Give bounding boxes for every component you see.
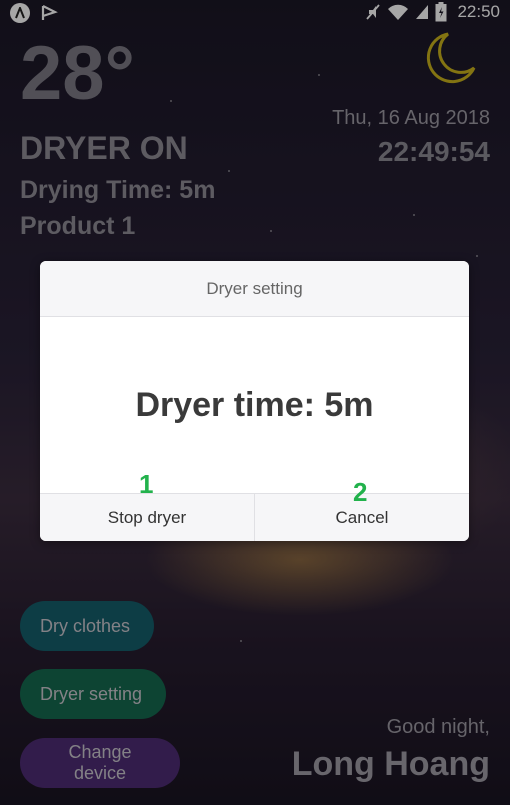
annotation-2: 2 — [353, 477, 368, 507]
dryer-setting-dialog: Dryer setting Dryer time: 5m Stop dryer … — [40, 261, 469, 541]
stop-dryer-button[interactable]: Stop dryer — [40, 494, 254, 541]
annotation-1: 1 — [139, 469, 154, 499]
dialog-actions: Stop dryer Cancel — [40, 493, 469, 541]
dialog-title: Dryer setting — [40, 261, 469, 317]
dialog-message: Dryer time: 5m — [135, 386, 374, 424]
